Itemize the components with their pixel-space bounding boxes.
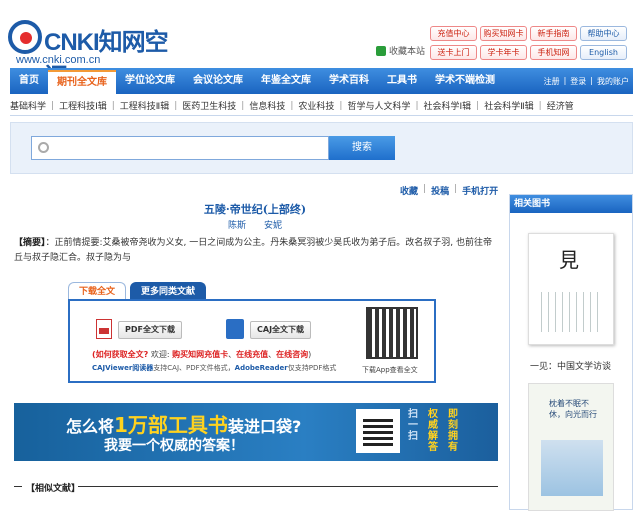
banner-scan-text: 扫一扫 [408,409,418,442]
subnav-item[interactable]: 农业科技 [298,99,334,112]
divider [14,486,22,487]
article-title: 五陵·帝世纪(上部终) [203,203,307,216]
account-links: 注册 | 登录 | 我的账户 [543,75,629,87]
annual-card-button[interactable]: 学卡年卡 [480,45,527,60]
cajviewer-link[interactable]: CAJViewer阅读器 [92,364,153,372]
book-cover-art [541,292,603,332]
online-recharge-link[interactable]: 在线充值 [236,350,268,359]
nav-plagiarism-check[interactable]: 学术不端检测 [426,68,504,94]
banner-qr-code [356,409,400,453]
similar-docs-heading: 【相似文献】 [26,484,81,494]
buy-card-link[interactable]: 购买知网充值卡 [172,350,228,359]
banner-instant-text: 即刻拥有 [448,409,458,453]
reader-note: CAJViewer阅读器支持CAJ、PDF文件格式，AdobeReader仅支持… [92,364,337,372]
tab-download-full[interactable]: 下载全文 [68,282,127,300]
collect-link[interactable]: 收藏 [400,184,418,197]
related-books-sidebar: 相关图书 見 一见：中国文学访谈 枕着不眠不休，向光而行 [509,194,633,511]
card-delivery-button[interactable]: 送卡上门 [430,45,477,60]
main-nav: 首页 期刊全文库 学位论文库 会议论文库 年鉴全文库 学术百科 工具书 学术不端… [10,68,633,94]
article-authors[interactable]: 陈斯 安妮 [140,218,370,231]
my-account-link[interactable]: 我的账户 [597,76,629,87]
nav-home[interactable]: 首页 [10,68,48,94]
adobereader-link[interactable]: AdobeReader [235,364,288,372]
abstract-label: 【摘要】 [14,238,46,248]
how-to-get-link[interactable]: (如何获取全文? [92,350,148,359]
search-icon [38,142,49,153]
download-tabs: 下载全文 更多同类文献 [68,282,207,300]
subnav-item[interactable]: 工程科技Ⅰ辑 [59,99,107,112]
tab-more-similar[interactable]: 更多同类文献 [130,282,207,300]
book-cover-title: 見 [559,248,579,272]
subnav-item[interactable]: 基础科学 [10,99,46,112]
book-cover[interactable]: 枕着不眠不休，向光而行 [528,383,614,511]
subnav-item[interactable]: 经济管 [547,99,574,112]
buy-card-button[interactable]: 购买知网卡 [480,26,527,41]
abstract: 【摘要】：正前情提要:艾桑被帝尧收为义女, 一日之间成为公主。丹朱桑冥羽被少昊氏… [14,236,498,266]
online-consult-link[interactable]: 在线咨询 [276,350,308,359]
header-buttons: 充值中心 购买知网卡 新手指南 帮助中心 送卡上门 学卡年卡 手机知网 Engl… [430,26,627,60]
divider [78,486,498,487]
subnav-item[interactable]: 社会科学Ⅰ辑 [424,99,472,112]
book-cover[interactable]: 見 [528,233,614,345]
login-link[interactable]: 登录 [570,76,586,87]
nav-encyclopedia[interactable]: 学术百科 [320,68,378,94]
download-panel: PDF全文下载 CAJ全文下载 (如何获取全文? 欢迎: 购买知网充值卡、在线充… [68,299,436,383]
qr-caption: 下载App查看全文 [362,366,418,374]
subnav-item[interactable]: 社会科学Ⅱ辑 [484,99,533,112]
register-link[interactable]: 注册 [544,76,560,87]
submit-link[interactable]: 投稿 [431,184,449,197]
subnav-item[interactable]: 工程科技Ⅱ辑 [120,99,169,112]
book-caption[interactable]: 一见：中国文学访谈 [530,359,611,372]
nav-reference-books[interactable]: 工具书 [378,68,426,94]
english-button[interactable]: English [580,45,627,60]
logo-globe-icon [8,20,42,54]
subnav-item[interactable]: 哲学与人文科学 [347,99,410,112]
app-qr-code [366,307,418,359]
subject-nav: 基础科学 | 工程科技Ⅰ辑 | 工程科技Ⅱ辑 | 医药卫生科技 | 信息科技 | 农业科技… [10,96,633,116]
help-center-button[interactable]: 帮助中心 [580,26,627,41]
caj-download-button[interactable]: CAJ全文下载 [250,321,312,339]
recharge-center-button[interactable]: 充值中心 [430,26,477,41]
banner-headline: 怎么将1万部工具书装进口袋? [66,413,302,437]
nav-conferences[interactable]: 会议论文库 [184,68,252,94]
pdf-icon [96,319,112,339]
subnav-item[interactable]: 医药卫生科技 [182,99,236,112]
sidebar-title: 相关图书 [510,195,632,213]
mobile-open-link[interactable]: 手机打开 [462,184,498,197]
search-button[interactable]: 搜索 [329,136,395,160]
search-area: 搜索 [10,122,633,174]
caj-icon [226,319,244,339]
search-input[interactable] [31,136,329,160]
newbie-guide-button[interactable]: 新手指南 [530,26,577,41]
banner-authority-text: 权威解答 [428,409,438,453]
nav-theses[interactable]: 学位论文库 [116,68,184,94]
abstract-text: ：正前情提要:艾桑被帝尧收为义女, 一日之间成为公主。丹朱桑冥羽被少昊氏收为弟子… [14,238,492,263]
mobile-cnki-button[interactable]: 手机知网 [530,45,577,60]
logo-url: www.cnki.com.cn [16,54,101,66]
banner-subline: 我要一个权威的答案！ [104,438,244,454]
how-to-get-text: (如何获取全文? 欢迎: 购买知网充值卡、在线充值、在线咨询) [92,350,312,359]
favorite-icon [376,45,386,56]
subnav-item[interactable]: 信息科技 [249,99,285,112]
article-tools: 收藏 | 投稿 | 手机打开 [400,184,499,197]
book-cover-title: 枕着不眠不休，向光而行 [549,399,597,419]
cnki-logo[interactable]: CNKI知网空间 www.cnki.com.cn [8,16,178,91]
pdf-download-button[interactable]: PDF全文下载 [118,321,182,339]
nav-yearbooks[interactable]: 年鉴全文库 [252,68,320,94]
book-cover-art [541,440,603,496]
favorite-link[interactable]: 收藏本站 [376,44,425,57]
nav-journals[interactable]: 期刊全文库 [48,70,116,94]
reference-books-banner[interactable]: 怎么将1万部工具书装进口袋? 我要一个权威的答案！ 扫一扫 权威解答 即刻拥有 [14,403,498,461]
